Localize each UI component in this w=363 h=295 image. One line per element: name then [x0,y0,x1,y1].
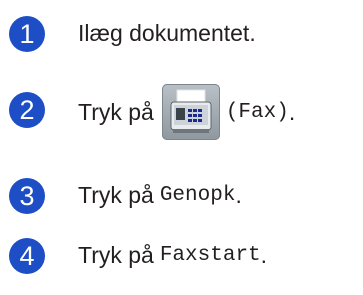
step-suffix: . [260,242,268,268]
step-text: Tryk på Genopk . [78,182,242,209]
step-code: Genopk [159,184,236,207]
fax-button[interactable] [161,84,220,140]
step-number-badge: 4 [9,238,45,274]
step-2: 2 Tryk på (Fax) . [0,84,363,148]
step-suffix: . [235,182,242,208]
step-3: 3 Tryk på Genopk . [0,170,363,230]
step-code: Faxstart [159,244,261,267]
step-text: Ilæg dokumentet. [78,20,256,47]
step-prefix: Tryk på [78,242,154,268]
step-prefix: Tryk på [78,182,154,208]
step-text: Tryk på Faxstart . [78,242,267,269]
step-4: 4 Tryk på Faxstart . [0,228,363,288]
step-text: Tryk på (Fax) . [78,82,295,142]
step-prefix: Tryk på [78,98,154,125]
step-code: (Fax) [225,100,289,124]
step-number-badge: 2 [9,92,45,128]
step-suffix: . [288,98,296,125]
step-number-badge: 3 [9,178,45,214]
step-1: 1 Ilæg dokumentet. [0,6,363,66]
step-instruction: Ilæg dokumentet. [78,20,256,46]
step-number-badge: 1 [9,16,45,52]
fax-machine-icon [170,89,212,133]
